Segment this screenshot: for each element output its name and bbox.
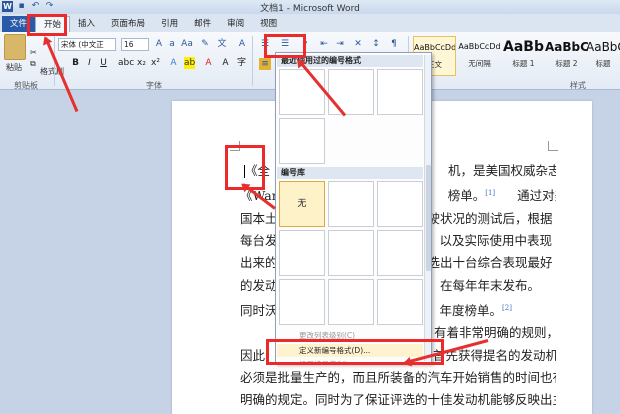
style-heading-2[interactable]: AaBbC 标题 2: [545, 36, 588, 76]
tab-page-layout[interactable]: 页面布局: [103, 16, 153, 32]
style-preview: AaBbC: [586, 40, 620, 54]
align-left-icon[interactable]: ≡: [259, 58, 271, 70]
scroll-thumb[interactable]: [426, 165, 431, 271]
border-char-icon[interactable]: A: [236, 38, 248, 50]
style-preview: AaBb: [503, 39, 544, 55]
italic-icon[interactable]: I: [84, 57, 95, 69]
increase-indent-icon[interactable]: ⇥: [334, 38, 346, 50]
tab-view[interactable]: 视图: [252, 16, 285, 32]
style-name: 标题 1: [512, 59, 535, 68]
enclose-char-icon[interactable]: 字: [236, 57, 247, 69]
paste-icon[interactable]: [4, 34, 26, 60]
number-format-option[interactable]: [279, 279, 325, 325]
style-no-spacing[interactable]: AaBbCcDd 无间隔: [458, 36, 501, 76]
number-format-option[interactable]: [279, 69, 325, 115]
shrink-font-icon[interactable]: a: [166, 38, 178, 50]
tab-insert[interactable]: 插入: [70, 16, 103, 32]
styles-group-label: 样式: [570, 81, 586, 90]
number-format-option[interactable]: [377, 230, 423, 276]
underline-icon[interactable]: U: [98, 57, 109, 69]
number-format-option[interactable]: [328, 69, 374, 115]
tab-review[interactable]: 审阅: [219, 16, 252, 32]
grow-font-icon[interactable]: A: [153, 38, 165, 50]
text-effects-icon[interactable]: A: [168, 57, 179, 69]
margin-corner-mark: [548, 141, 558, 151]
font-name-select[interactable]: 宋体 (中文正: [58, 38, 116, 51]
numbering-dropdown: 最近使用过的编号格式 编号库 无 更改列表级别(C) 定义新编号格式(D)...…: [275, 52, 432, 364]
tab-mailings[interactable]: 邮件: [186, 16, 219, 32]
font-size-select[interactable]: 16: [121, 38, 149, 51]
group-separator: [252, 36, 253, 86]
clipboard-group-label: 剪贴板: [14, 81, 38, 90]
number-format-option[interactable]: [377, 69, 423, 115]
copy-icon[interactable]: ⧉: [30, 59, 36, 69]
window-title: 文档1 - Microsoft Word: [260, 4, 360, 14]
bold-icon[interactable]: B: [70, 57, 81, 69]
strikethrough-icon[interactable]: abc: [118, 57, 134, 69]
style-name: 标题: [595, 59, 611, 68]
font-color-icon[interactable]: A: [203, 57, 214, 69]
style-preview: AaBbCcDd: [458, 42, 501, 51]
clear-format-icon[interactable]: ✎: [199, 38, 211, 50]
number-format-option[interactable]: [328, 279, 374, 325]
number-format-none[interactable]: 无: [279, 181, 325, 227]
number-format-option[interactable]: [377, 279, 423, 325]
paste-button[interactable]: 粘贴: [6, 62, 22, 73]
font-group-label: 字体: [146, 81, 162, 90]
numbering-library-header: 编号库: [277, 167, 423, 179]
superscript-icon[interactable]: x²: [150, 57, 161, 69]
style-preview: AaBbC: [545, 40, 588, 54]
char-shading-icon[interactable]: A: [220, 57, 231, 69]
number-format-option[interactable]: [279, 118, 325, 164]
footnote-ref[interactable]: [1]: [485, 189, 495, 197]
style-name: 标题 2: [555, 59, 578, 68]
highlight-define-new-format: [266, 339, 444, 365]
ribbon-tabs: 文件 开始 插入 页面布局 引用 邮件 审阅 视图: [0, 14, 620, 32]
decrease-indent-icon[interactable]: ⇤: [318, 38, 330, 50]
number-format-option[interactable]: [328, 181, 374, 227]
tab-references[interactable]: 引用: [153, 16, 186, 32]
phonetic-icon[interactable]: 文: [216, 38, 228, 50]
dropdown-scrollbar[interactable]: [424, 55, 431, 361]
paragraph-line: 必须是批量生产的，而且所装备的汽车开始销售的时间也有: [240, 369, 556, 385]
style-name: 无间隔: [468, 59, 491, 68]
chinese-layout-icon[interactable]: ✕: [352, 38, 364, 50]
sort-icon[interactable]: ↕: [370, 38, 382, 50]
change-case-icon[interactable]: Aa: [181, 38, 193, 50]
cut-icon[interactable]: ✂: [30, 48, 37, 57]
subscript-icon[interactable]: x₂: [136, 57, 147, 69]
footnote-ref[interactable]: [2]: [502, 304, 512, 312]
highlight-home-tab: [27, 14, 67, 36]
number-format-option[interactable]: [279, 230, 325, 276]
show-marks-icon[interactable]: ¶: [388, 38, 400, 50]
number-format-option[interactable]: [328, 230, 374, 276]
style-heading-1[interactable]: AaBb 标题 1: [502, 36, 545, 76]
paragraph-line: 明确的规定。同时为了保证评选的十佳发动机能够反映出主: [240, 392, 556, 408]
highlight-icon[interactable]: ab: [184, 57, 195, 69]
word-window: W ▪ ↶ ↷ 文档1 - Microsoft Word 文件 开始 插入 页面…: [0, 0, 620, 414]
title-bar: W ▪ ↶ ↷ 文档1 - Microsoft Word: [0, 0, 620, 14]
style-title[interactable]: AaBbC 标题: [586, 36, 620, 76]
number-format-option[interactable]: [377, 181, 423, 227]
highlight-numbering-button: [264, 34, 306, 58]
